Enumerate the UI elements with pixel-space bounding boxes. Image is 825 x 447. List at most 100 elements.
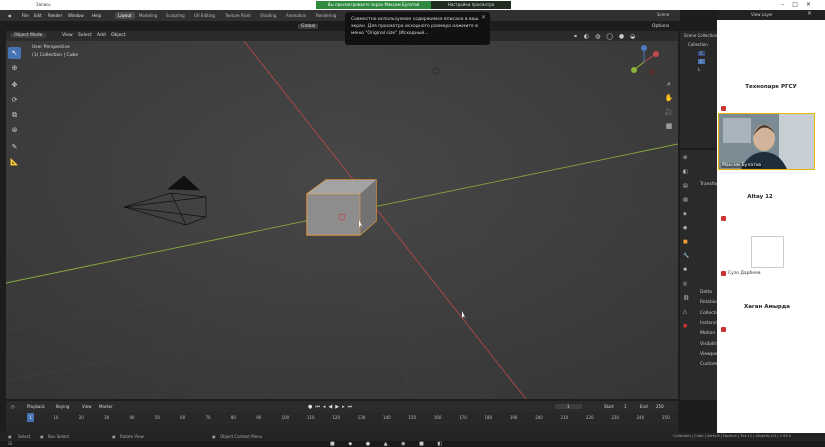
- timeline-tick-label: 170: [459, 415, 467, 420]
- blender-logo-icon[interactable]: ◉: [8, 13, 12, 18]
- particles-tab-icon[interactable]: ✺: [683, 267, 687, 273]
- tab-texture-paint[interactable]: Texture Paint: [222, 12, 254, 19]
- tab-rendering[interactable]: Rendering: [313, 12, 339, 19]
- window-controls[interactable]: –□✕: [781, 1, 819, 8]
- outliner-scene-collection[interactable]: Scene Collection: [684, 33, 717, 38]
- viewport-nav-controls: ⌕ ✋ 🎥 ▦: [663, 66, 675, 132]
- outliner-collection[interactable]: Collection: [688, 42, 708, 47]
- viewport-perspective-label: User Perspective: [32, 45, 70, 50]
- tab-layout[interactable]: Layout: [115, 12, 135, 19]
- outliner-item-light[interactable]: L: [698, 67, 700, 72]
- grid-view-icon[interactable]: ▦: [663, 122, 675, 132]
- viewport-menu-add[interactable]: Add: [97, 33, 106, 38]
- participant-guest-name: Сузо Дарбеев: [728, 271, 761, 276]
- share-banner: Вы просматриваете экран Максим Булатов: [316, 1, 431, 9]
- close-icon[interactable]: ✕: [481, 14, 486, 21]
- mic-muted-icon: [721, 327, 726, 332]
- render-tab-icon[interactable]: ◧: [683, 169, 688, 175]
- timeline-tick-label: 240: [636, 415, 645, 420]
- options-dropdown[interactable]: Options: [652, 24, 669, 29]
- view-layer-selector[interactable]: View Layer: [751, 12, 773, 17]
- mic-muted-icon: [721, 271, 726, 276]
- playhead[interactable]: 1: [27, 413, 34, 422]
- timeline-tick-label: 250: [662, 415, 670, 420]
- viewport-menu-select[interactable]: Select: [78, 33, 92, 38]
- timeline-menu-view[interactable]: View: [82, 404, 92, 409]
- timeline-tick-label: 220: [585, 415, 594, 420]
- physics-tab-icon[interactable]: ◎: [683, 281, 687, 287]
- camera-view-icon[interactable]: 🎥: [663, 108, 675, 118]
- tab-shading[interactable]: Shading: [257, 12, 279, 19]
- timeline-menu-marker[interactable]: Marker: [99, 404, 113, 409]
- end-frame-field[interactable]: 250: [656, 404, 664, 409]
- timeline-menu-keying[interactable]: Keying: [56, 404, 69, 409]
- modifier-tab-icon[interactable]: 🔧: [683, 253, 689, 259]
- timeline-tick-label: 10: [53, 415, 59, 420]
- mic-muted-icon: [721, 216, 726, 221]
- scene-selector[interactable]: Scene: [657, 12, 669, 17]
- timeline-tick-label: 230: [611, 415, 619, 420]
- participant-tech-park: Технопарк РГСУ: [745, 84, 797, 90]
- tab-modeling[interactable]: Modeling: [136, 12, 160, 19]
- recording-title: Запись: [36, 2, 51, 7]
- hand-pan-icon[interactable]: ✋: [663, 94, 675, 104]
- viewport-menu-object[interactable]: Object: [111, 33, 126, 38]
- move-tool-icon[interactable]: ✥: [8, 79, 21, 91]
- timeline-editor-icon[interactable]: ◷: [11, 404, 15, 409]
- current-frame-field[interactable]: 1: [555, 404, 582, 409]
- rotate-tool-icon[interactable]: ⟳: [8, 94, 21, 106]
- prop-delta[interactable]: Delta: [700, 290, 712, 295]
- menu-edit[interactable]: Edit: [34, 13, 42, 18]
- timeline-menu-playback[interactable]: Playback: [27, 404, 45, 409]
- start-menu-icon[interactable]: ⊞: [8, 441, 12, 447]
- world-tab-icon[interactable]: ◉: [683, 225, 687, 231]
- output-tab-icon[interactable]: ▤: [683, 183, 688, 189]
- scale-tool-icon[interactable]: ⧉: [8, 109, 21, 121]
- scene-tab-icon[interactable]: ◈: [683, 211, 687, 217]
- playback-controls[interactable]: ●⏮◂◀▶▸⏭: [308, 404, 355, 410]
- status-context-menu: Object Context Menu: [220, 434, 263, 439]
- viewport-menu-view[interactable]: View: [62, 33, 73, 38]
- menu-window[interactable]: Window: [68, 13, 84, 18]
- menu-help[interactable]: Help: [92, 13, 101, 18]
- taskbar-apps-icons[interactable]: ■ ◆ ● ▲ ◉ ■ ◧: [330, 441, 448, 447]
- status-select: Select: [18, 434, 31, 439]
- cube-object[interactable]: [306, 179, 377, 236]
- object-tab-icon[interactable]: ■: [683, 239, 688, 245]
- close-icon[interactable]: ✕: [807, 10, 812, 17]
- menu-render[interactable]: Render: [48, 13, 62, 18]
- zoom-icon[interactable]: ⌕: [663, 80, 675, 90]
- view-layer-tab-icon[interactable]: ▨: [683, 197, 688, 203]
- blender-menubar: [0, 10, 680, 21]
- orientation-dropdown[interactable]: Global: [298, 24, 319, 29]
- view-settings-button[interactable]: Настройки просмотра: [431, 1, 511, 9]
- viewport-shading-icons[interactable]: ⚭ ◐ ◍ ◯ ● ◒: [573, 33, 637, 40]
- tool-tab-icon[interactable]: ⚙: [683, 155, 687, 161]
- status-mouse-icon: ▣: [40, 434, 44, 439]
- participant-video[interactable]: Максим Булатов: [718, 113, 815, 170]
- constraints-tab-icon[interactable]: ⛓: [683, 295, 689, 301]
- participant-video-image: [719, 114, 814, 169]
- data-tab-icon[interactable]: △: [683, 309, 687, 315]
- 3d-viewport[interactable]: [6, 31, 678, 399]
- measure-tool-icon[interactable]: 📐: [8, 156, 21, 168]
- material-tab-icon[interactable]: ●: [683, 323, 687, 329]
- outliner-item-cube[interactable]: C: [698, 59, 705, 64]
- cursor-tool-icon[interactable]: ⊕: [8, 62, 21, 74]
- os-taskbar: ⊞ ■ ◆ ● ▲ ◉ ■ ◧: [0, 441, 825, 447]
- status-stats: Collection | Cube | Verts:8 | Faces:6 | …: [673, 434, 791, 438]
- mode-dropdown[interactable]: Object Mode: [10, 33, 47, 38]
- transform-tool-icon[interactable]: ⊛: [8, 124, 21, 136]
- timeline-tick-label: 140: [383, 415, 391, 420]
- tab-uv-editing[interactable]: UV Editing: [191, 12, 218, 19]
- tab-animation[interactable]: Animation: [283, 12, 309, 19]
- navigation-gizmo[interactable]: [626, 44, 662, 80]
- annotate-tool-icon[interactable]: ✎: [8, 141, 21, 153]
- outliner-item-camera[interactable]: C: [698, 51, 705, 56]
- participant-avatar: [751, 236, 784, 268]
- menu-file[interactable]: File: [22, 13, 29, 18]
- tab-sculpting[interactable]: Sculpting: [163, 12, 188, 19]
- select-tool-icon[interactable]: ↖: [8, 47, 21, 59]
- timeline-body[interactable]: [6, 424, 678, 433]
- start-frame-field[interactable]: 1: [624, 404, 627, 409]
